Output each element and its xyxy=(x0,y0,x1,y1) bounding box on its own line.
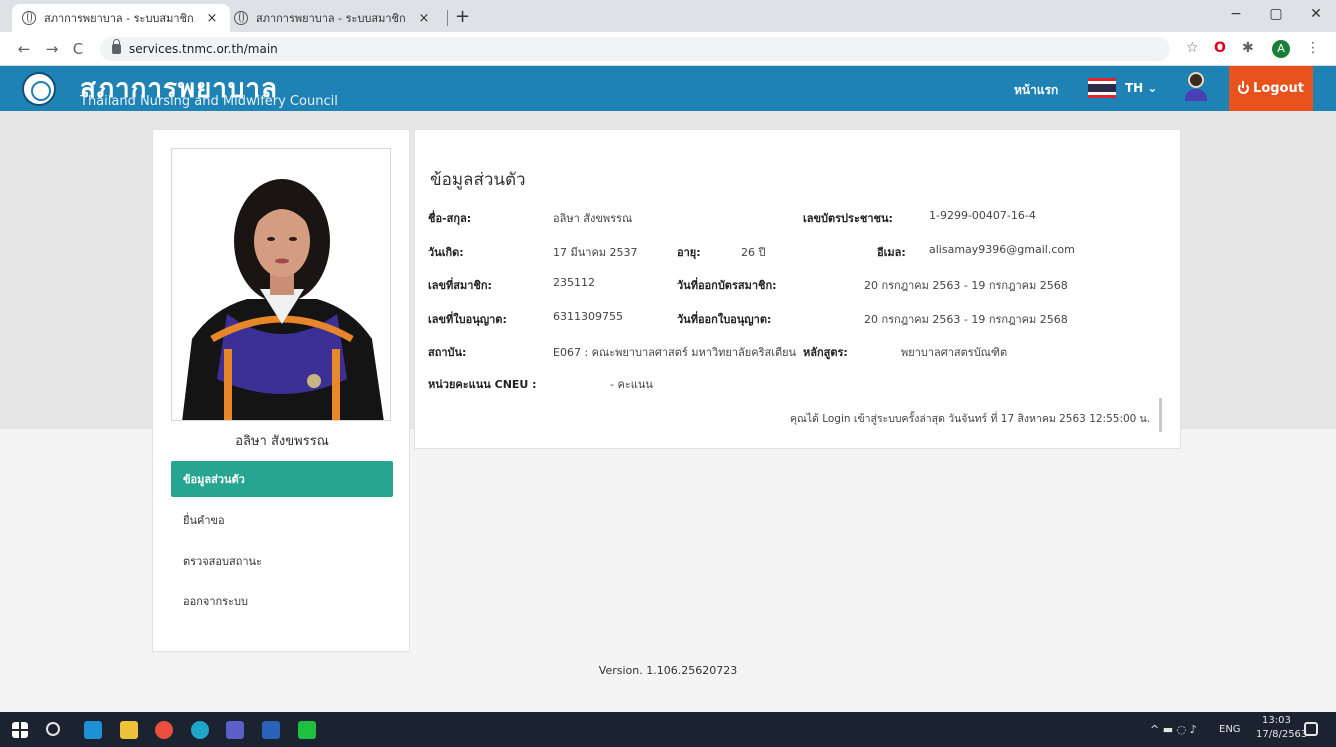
logout-label: Logout xyxy=(1253,81,1304,96)
info-row-member: เลขที่สมาชิก: 235112 วันที่ออกบัตรสมาชิก… xyxy=(415,276,1182,294)
last-login-text: คุณได้ Login เข้าสู่ระบบครั้งล่าสุด วันจ… xyxy=(790,413,1151,425)
cneu-label: หน่วยคะแนน CNEU : xyxy=(428,378,537,391)
logout-button[interactable]: Logout xyxy=(1229,66,1313,111)
version-text: Version. 1.106.25620723 xyxy=(598,664,738,677)
page-title: ข้อมูลส่วนตัว xyxy=(430,170,526,190)
tab-separator xyxy=(447,10,448,26)
url-text: services.tnmc.or.th/main xyxy=(129,42,278,56)
lock-icon xyxy=(112,39,121,54)
site-header: สภาการพยาบาล Thailand Nursing and Midwif… xyxy=(0,66,1336,111)
license-number-value: 6311309755 xyxy=(553,310,623,323)
edge-icon[interactable] xyxy=(191,721,209,739)
tab-title: สภาการพยาบาล - ระบบสมาชิก xyxy=(256,12,406,25)
sidebar-item-sign-out[interactable]: ออกจากระบบ xyxy=(171,583,393,619)
age-value: 26 ปี xyxy=(741,246,766,259)
email-label: อีเมล: xyxy=(877,246,906,259)
profile-info-card: ข้อมูลส่วนตัว ชื่อ-สกุล: อลิษา สังขพรรณ … xyxy=(414,129,1181,449)
sidebar-item-submit-request[interactable]: ยื่นคำขอ xyxy=(171,502,393,538)
teams-icon[interactable] xyxy=(226,721,244,739)
institute-value: E067 : คณะพยาบาลศาสตร์ มหาวิทยาลัยคริสเต… xyxy=(553,346,797,359)
site-subtitle: Thailand Nursing and Midwifery Council xyxy=(80,94,338,109)
file-explorer-icon[interactable] xyxy=(120,721,138,739)
address-bar-row: ← → C services.tnmc.or.th/main ☆ O ✱ A ⋮ xyxy=(0,32,1336,66)
program-label: หลักสูตร: xyxy=(803,346,848,359)
age-label: อายุ: xyxy=(677,246,701,259)
browser-menu-icon[interactable]: ⋮ xyxy=(1306,40,1320,56)
browser-tab-bar: สภาการพยาบาล - ระบบสมาชิก × สภาการพยาบาล… xyxy=(0,0,1336,32)
license-number-label: เลขที่ใบอนุญาต: xyxy=(428,313,507,326)
info-row-license: เลขที่ใบอนุญาต: 6311309755 วันที่ออกใบอน… xyxy=(415,310,1182,328)
member-card-dates: 20 กรกฎาคม 2563 - 19 กรกฎาคม 2568 xyxy=(864,279,1068,292)
dob-value: 17 มีนาคม 2537 xyxy=(553,246,638,259)
info-row-cneu: หน่วยคะแนน CNEU : - คะแนน xyxy=(415,375,1182,393)
profile-name: อลิษา สังขพรรณ xyxy=(235,434,329,449)
tab-close-button[interactable]: × xyxy=(204,11,220,26)
fullname-value: อลิษา สังขพรรณ xyxy=(553,212,633,225)
minimize-button[interactable]: − xyxy=(1216,6,1256,22)
windows-taskbar: ^ ▬ ◌ ♪ ENG 13:03 17/8/2563 xyxy=(0,712,1336,747)
profile-sidebar-card: อลิษา สังขพรรณ ข้อมูลส่วนตัว ยื่นคำขอ ตร… xyxy=(152,129,410,652)
windows-start-icon[interactable] xyxy=(12,722,28,738)
close-window-button[interactable]: ✕ xyxy=(1296,6,1336,22)
clock-time[interactable]: 13:03 xyxy=(1262,715,1291,726)
info-row-birth: วันเกิด: 17 มีนาคม 2537 อายุ: 26 ปี อีเม… xyxy=(415,243,1182,261)
user-avatar[interactable] xyxy=(1185,72,1207,104)
word-icon[interactable] xyxy=(262,721,280,739)
url-input[interactable]: services.tnmc.or.th/main xyxy=(100,37,1170,61)
browser-tab-2[interactable]: สภาการพยาบาล - ระบบสมาชิก × xyxy=(224,4,442,32)
info-row-institute: สถาบัน: E067 : คณะพยาบาลศาสตร์ มหาวิทยาล… xyxy=(415,343,1182,361)
globe-icon xyxy=(22,11,36,25)
tab-title: สภาการพยาบาล - ระบบสมาชิก xyxy=(44,12,194,25)
id-number-value: 1-9299-00407-16-4 xyxy=(929,209,1036,222)
member-number-label: เลขที่สมาชิก: xyxy=(428,279,492,292)
council-logo-icon[interactable] xyxy=(22,72,56,106)
browser-tab-1[interactable]: สภาการพยาบาล - ระบบสมาชิก × xyxy=(12,4,230,32)
tab-close-button[interactable]: × xyxy=(416,11,432,26)
clock-date[interactable]: 17/8/2563 xyxy=(1256,729,1307,740)
institute-label: สถาบัน: xyxy=(428,346,467,359)
notification-icon[interactable] xyxy=(1304,722,1318,736)
language-selector[interactable]: TH ⌄ xyxy=(1125,81,1157,95)
dob-label: วันเกิด: xyxy=(428,246,464,259)
extensions-puzzle-icon[interactable]: ✱ xyxy=(1242,40,1254,56)
cneu-value: - คะแนน xyxy=(610,378,653,391)
profile-photo xyxy=(171,148,391,421)
member-card-label: วันที่ออกบัตรสมาชิก: xyxy=(677,279,777,292)
input-language[interactable]: ENG xyxy=(1219,724,1241,735)
info-row-name: ชื่อ-สกุล: อลิษา สังขพรรณ เลขบัตรประชาชน… xyxy=(415,209,1182,227)
forward-button[interactable]: → xyxy=(42,40,62,58)
program-value: พยาบาลศาสตรบัณฑิต xyxy=(901,346,1008,359)
scrollbar-thumb[interactable] xyxy=(1159,398,1162,432)
thai-flag-icon[interactable] xyxy=(1088,78,1116,98)
reload-button[interactable]: C xyxy=(68,40,88,58)
sidebar-item-profile[interactable]: ข้อมูลส่วนตัว xyxy=(171,461,393,497)
license-dates: 20 กรกฎาคม 2563 - 19 กรกฎาคม 2568 xyxy=(864,313,1068,326)
search-icon[interactable] xyxy=(46,722,60,736)
opera-extension-icon[interactable]: O xyxy=(1214,40,1226,56)
chrome-icon[interactable] xyxy=(155,721,173,739)
email-value: alisamay9396@gmail.com xyxy=(929,243,1075,256)
sidebar-item-check-status[interactable]: ตรวจสอบสถานะ xyxy=(171,543,393,579)
power-icon xyxy=(1238,81,1250,94)
mail-app-icon[interactable] xyxy=(84,721,102,739)
line-app-icon[interactable] xyxy=(298,721,316,739)
id-number-label: เลขบัตรประชาชน: xyxy=(803,212,893,225)
license-date-label: วันที่ออกใบอนุญาต: xyxy=(677,313,772,326)
bookmark-star-icon[interactable]: ☆ xyxy=(1186,40,1199,56)
new-tab-button[interactable]: + xyxy=(455,6,470,27)
member-number-value: 235112 xyxy=(553,276,595,289)
globe-icon xyxy=(234,11,248,25)
fullname-label: ชื่อ-สกุล: xyxy=(428,212,472,225)
home-link[interactable]: หน้าแรก xyxy=(1014,81,1058,100)
browser-profile-avatar[interactable]: A xyxy=(1272,40,1290,58)
maximize-button[interactable]: ▢ xyxy=(1256,6,1296,22)
back-button[interactable]: ← xyxy=(14,40,34,58)
system-tray-icons[interactable]: ^ ▬ ◌ ♪ xyxy=(1150,723,1197,736)
